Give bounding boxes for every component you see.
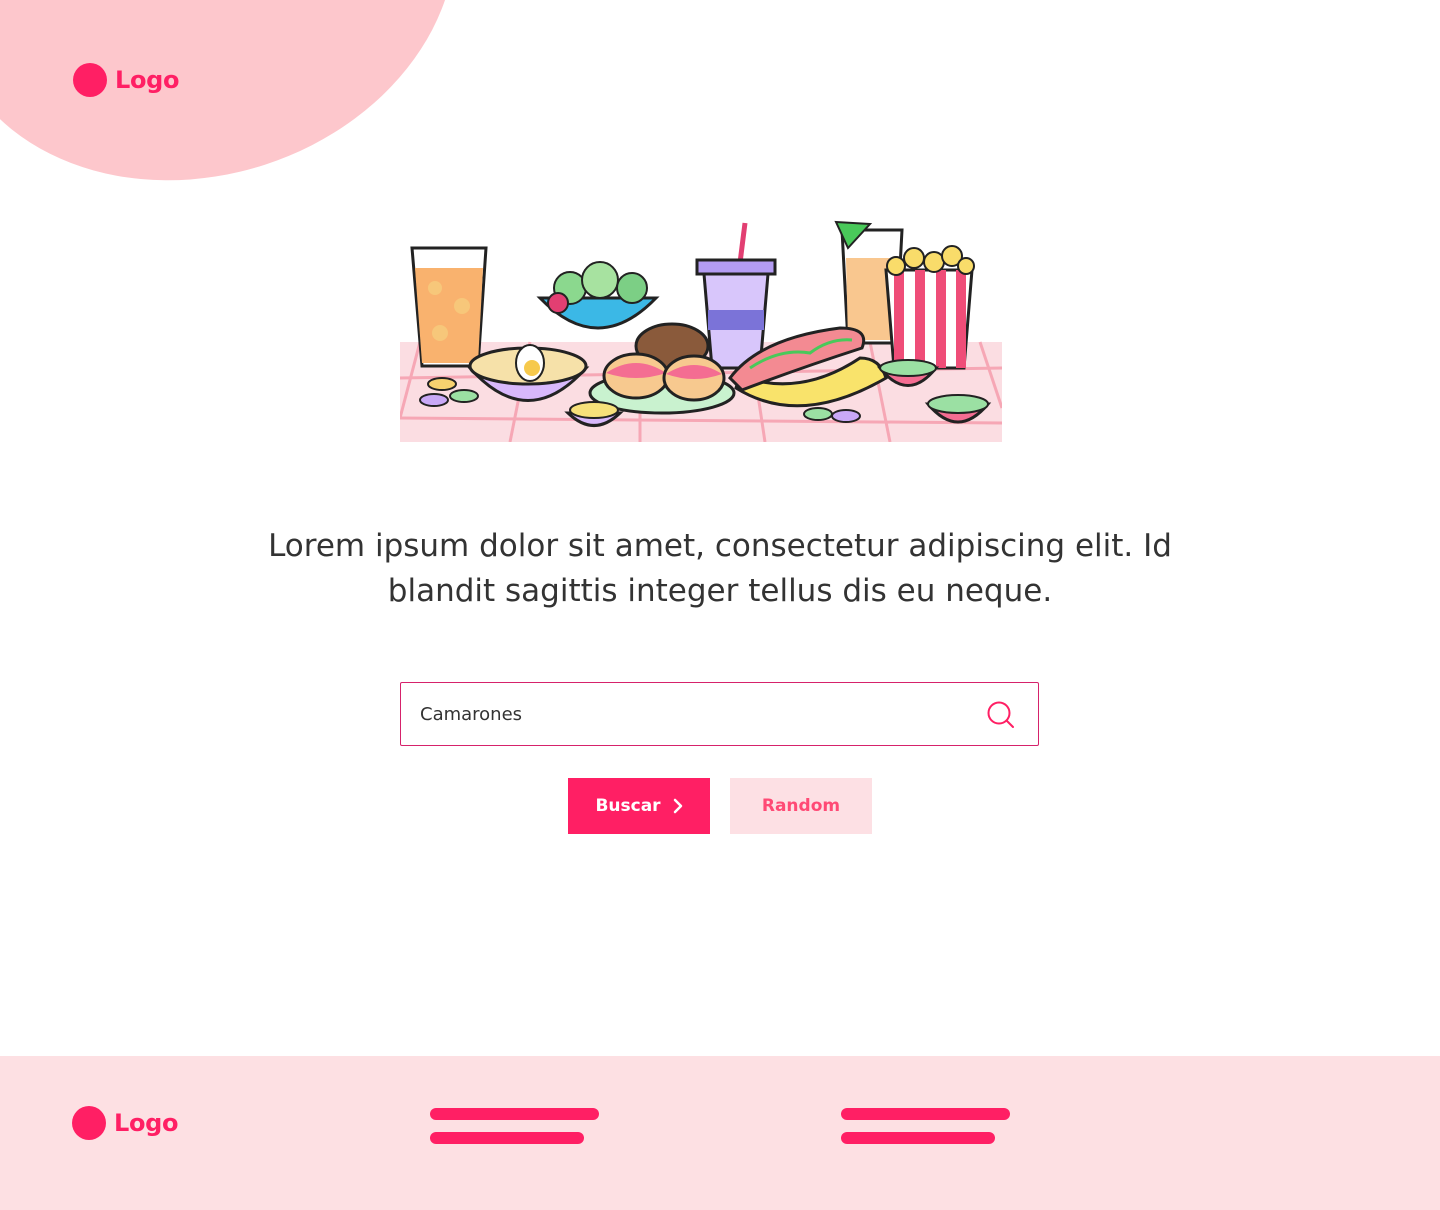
search-input[interactable] xyxy=(420,683,960,745)
chevron-right-icon xyxy=(673,798,682,814)
footer-link-placeholder[interactable] xyxy=(841,1132,995,1144)
header-logo[interactable]: Logo xyxy=(73,63,180,97)
search-icon[interactable] xyxy=(986,700,1016,730)
random-button-label: Random xyxy=(761,796,841,816)
footer-link-placeholder[interactable] xyxy=(841,1108,1010,1120)
search-button-label: Buscar xyxy=(595,796,661,816)
footer-logo[interactable]: Logo xyxy=(72,1106,179,1140)
footer-link-placeholder[interactable] xyxy=(430,1132,584,1144)
random-button[interactable]: Random xyxy=(730,778,872,834)
hero-text: Lorem ipsum dolor sit amet, consectetur … xyxy=(268,528,1172,609)
logo-text: Logo xyxy=(115,66,180,94)
logo-text: Logo xyxy=(114,1109,179,1137)
logo-mark xyxy=(72,1106,106,1140)
food-party-illustration xyxy=(400,220,1002,442)
search-button[interactable]: Buscar xyxy=(568,778,710,834)
logo-mark xyxy=(73,63,107,97)
footer: Logo xyxy=(0,1056,1440,1210)
search-box[interactable] xyxy=(400,682,1039,746)
decorative-blob xyxy=(0,0,513,246)
footer-link-placeholder[interactable] xyxy=(430,1108,599,1120)
